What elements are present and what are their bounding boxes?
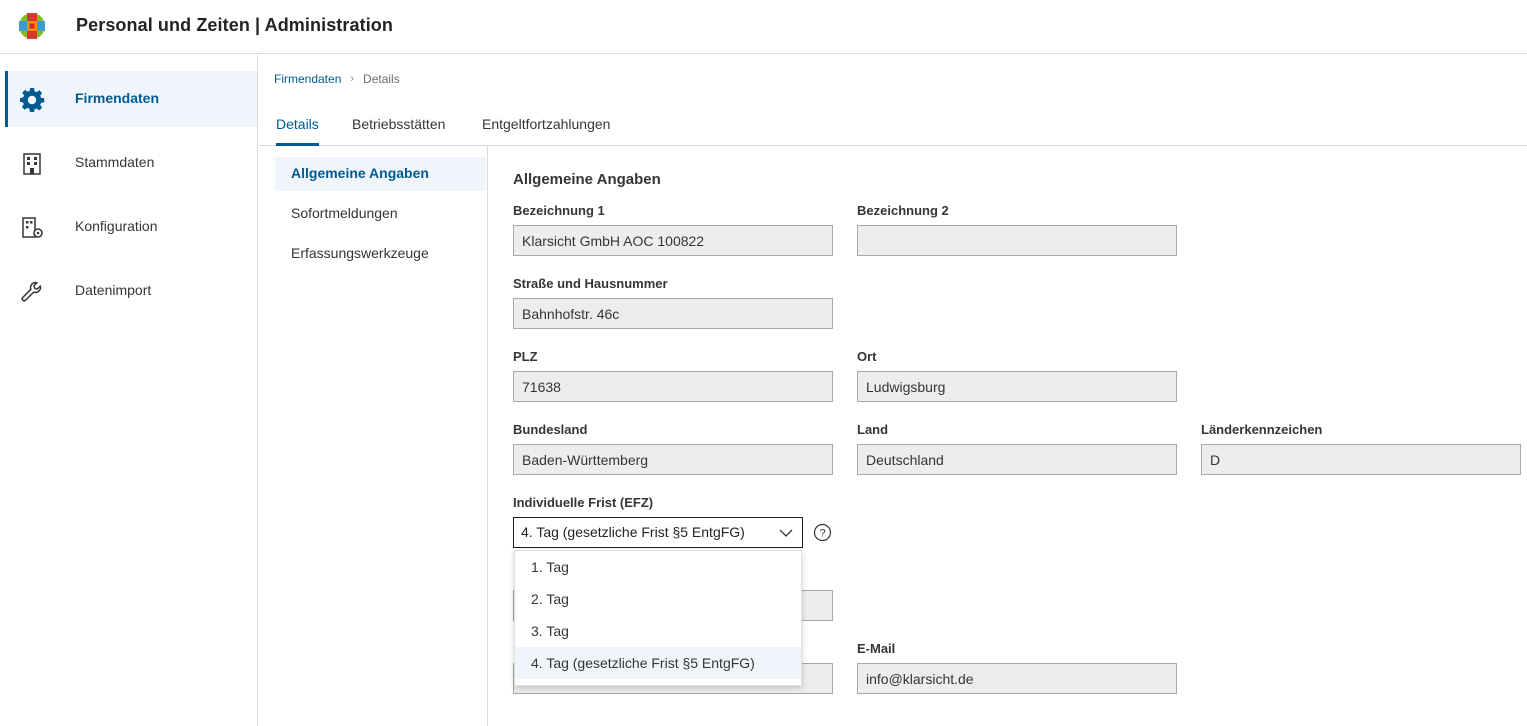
bezeichnung1-field[interactable]: Klarsicht GmbH AOC 100822 — [513, 225, 833, 256]
subnav-item-erfassungswerkzeuge[interactable]: Erfassungswerkzeuge — [275, 237, 486, 271]
sidebar: Firmendaten Stammdaten Konfiguration Dat… — [0, 55, 258, 726]
frist-select-value: 4. Tag (gesetzliche Frist §5 EntgFG) — [521, 524, 745, 540]
bezeichnung2-field[interactable] — [857, 225, 1177, 256]
help-icon[interactable]: ? — [813, 523, 832, 542]
frist-label: Individuelle Frist (EFZ) — [513, 495, 654, 510]
sidebar-item-konfiguration[interactable]: Konfiguration — [5, 199, 257, 255]
email-field[interactable]: info@klarsicht.de — [857, 663, 1177, 694]
subnav-item-sofortmeldungen[interactable]: Sofortmeldungen — [275, 197, 486, 231]
section-title: Allgemeine Angaben — [513, 171, 661, 188]
bundesland-field[interactable]: Baden-Württemberg — [513, 444, 833, 475]
subnav-item-allgemeine-angaben[interactable]: Allgemeine Angaben — [275, 157, 486, 191]
land-field[interactable]: Deutschland — [857, 444, 1177, 475]
tab-betriebsstaetten[interactable]: Betriebsstätten — [352, 116, 445, 146]
sidebar-item-label: Konfiguration — [75, 218, 158, 234]
building-gear-icon — [22, 217, 43, 238]
dropdown-option[interactable]: 1. Tag — [515, 551, 801, 583]
email-label: E-Mail — [857, 641, 896, 656]
tab-details[interactable]: Details — [276, 116, 319, 146]
bezeichnung2-label: Bezeichnung 2 — [857, 203, 949, 218]
dropdown-option-selected[interactable]: 4. Tag (gesetzliche Frist §5 EntgFG) — [515, 647, 801, 679]
divider — [487, 146, 488, 726]
chevron-down-icon — [779, 529, 793, 537]
chevron-right-icon: › — [350, 73, 355, 85]
building-icon — [23, 153, 41, 175]
plz-field[interactable]: 71638 — [513, 371, 833, 402]
sidebar-item-stammdaten[interactable]: Stammdaten — [5, 135, 257, 191]
wrench-icon — [21, 281, 42, 302]
strasse-label: Straße und Hausnummer — [513, 276, 668, 291]
bundesland-label: Bundesland — [513, 422, 588, 437]
ort-label: Ort — [857, 349, 877, 364]
tab-entgeltfortzahlungen[interactable]: Entgeltfortzahlungen — [482, 116, 610, 146]
breadcrumb: Firmendaten › Details — [274, 72, 400, 86]
frist-dropdown-list: 1. Tag 2. Tag 3. Tag 4. Tag (gesetzliche… — [514, 550, 802, 686]
breadcrumb-link-firmendaten[interactable]: Firmendaten — [274, 72, 341, 86]
gear-icon — [20, 88, 45, 112]
svg-text:?: ? — [819, 528, 825, 540]
sidebar-item-firmendaten[interactable]: Firmendaten — [5, 71, 257, 127]
ort-field[interactable]: Ludwigsburg — [857, 371, 1177, 402]
bezeichnung1-label: Bezeichnung 1 — [513, 203, 605, 218]
strasse-field[interactable]: Bahnhofstr. 46c — [513, 298, 833, 329]
dropdown-option[interactable]: 2. Tag — [515, 583, 801, 615]
laenderkennzeichen-label: Länderkennzeichen — [1201, 422, 1323, 437]
plz-label: PLZ — [513, 349, 538, 364]
tab-bar: Details Betriebsstätten Entgeltfortzahlu… — [259, 104, 1527, 146]
app-logo-icon — [19, 13, 45, 39]
sidebar-item-datenimport[interactable]: Datenimport — [5, 263, 257, 319]
sidebar-item-label: Stammdaten — [75, 154, 155, 170]
app-title: Personal und Zeiten | Administration — [76, 15, 394, 35]
laenderkennzeichen-field[interactable]: D — [1201, 444, 1521, 475]
app-header: Personal und Zeiten | Administration — [0, 0, 1527, 54]
sidebar-item-label: Datenimport — [75, 282, 152, 298]
breadcrumb-current: Details — [363, 72, 400, 86]
land-label: Land — [857, 422, 889, 437]
dropdown-option[interactable]: 3. Tag — [515, 615, 801, 647]
frist-select[interactable]: 4. Tag (gesetzliche Frist §5 EntgFG) — [513, 517, 803, 548]
sidebar-item-label: Firmendaten — [75, 90, 160, 106]
